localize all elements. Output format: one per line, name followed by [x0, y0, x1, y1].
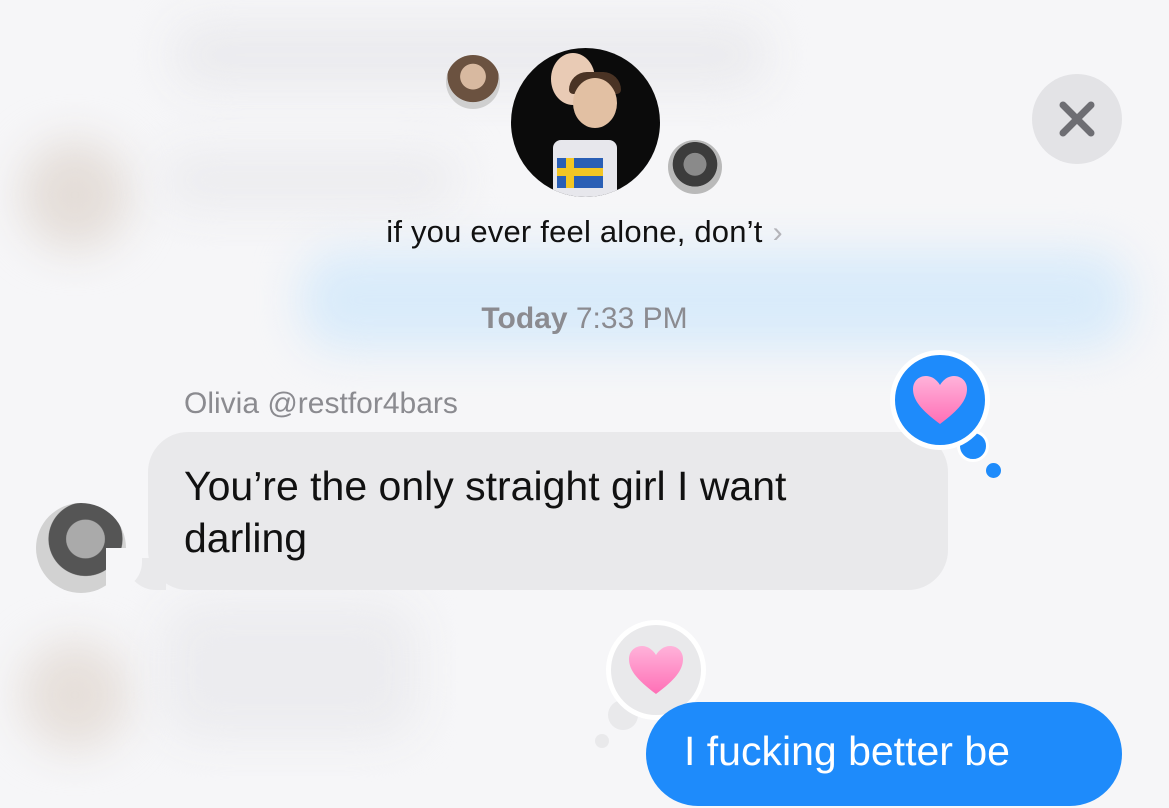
close-button[interactable]: [1032, 74, 1122, 164]
heart-icon: [629, 646, 683, 694]
incoming-message-bubble[interactable]: You’re the only straight girl I want dar…: [148, 432, 948, 590]
timestamp-day: Today: [481, 302, 568, 335]
heart-tapback[interactable]: [890, 350, 990, 450]
blurred-background-message: [160, 150, 460, 210]
sender-name: Olivia @restfor4bars: [184, 387, 458, 420]
timestamp-time: 7:33 PM: [575, 302, 688, 335]
tapback-dot: [595, 734, 609, 748]
blurred-background-message: [160, 600, 420, 740]
group-title-text: if you ever feel alone, don’t: [386, 214, 763, 249]
tapback-dot: [986, 463, 1001, 478]
group-title[interactable]: if you ever feel alone, don’t ›: [0, 214, 1169, 250]
heart-icon: [913, 376, 967, 424]
group-member-avatar[interactable]: [446, 55, 500, 109]
outgoing-message-bubble[interactable]: I fucking better be: [646, 702, 1122, 806]
group-photo-face: [573, 78, 617, 128]
group-member-avatar[interactable]: [668, 140, 722, 194]
group-photo-flag-cross: [566, 158, 574, 188]
group-photo-avatar[interactable]: [511, 48, 660, 197]
chevron-right-icon: ›: [772, 216, 783, 249]
group-photo-flag-cross: [557, 168, 603, 176]
close-icon: [1059, 101, 1095, 137]
blurred-background-avatar: [20, 640, 130, 750]
timestamp: Today 7:33 PM: [0, 302, 1169, 336]
